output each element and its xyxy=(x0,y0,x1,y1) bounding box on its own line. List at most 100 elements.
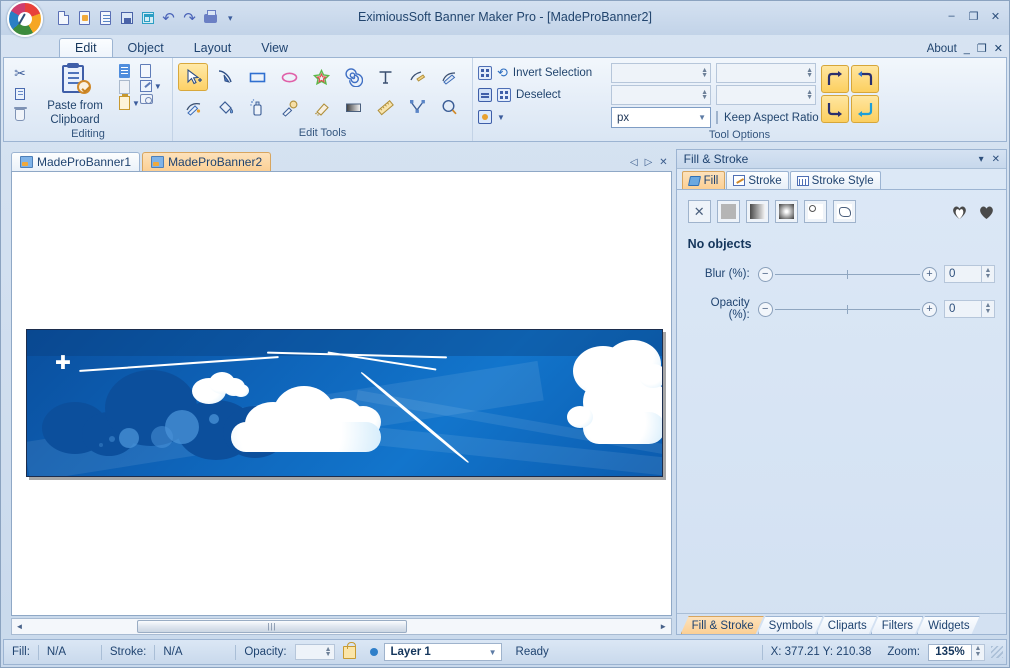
keep-aspect-ratio-row[interactable]: Keep Aspect Ratio xyxy=(716,107,819,128)
edit-object-icon[interactable]: ▼ xyxy=(139,80,162,92)
blur-slider-handle[interactable] xyxy=(847,270,849,279)
invert-selection-row[interactable]: ⟲ Invert Selection xyxy=(478,63,606,83)
fill-none-button[interactable]: ✕ xyxy=(687,200,711,223)
save-icon[interactable] xyxy=(118,10,135,27)
selection-options-icon[interactable] xyxy=(478,110,492,124)
fill-linear-gradient-button[interactable] xyxy=(745,200,769,223)
canvas-area[interactable]: ✚ xyxy=(11,171,672,616)
inner-minimize-button[interactable]: _ xyxy=(964,43,970,55)
bottom-tab-widgets[interactable]: Widgets xyxy=(917,616,980,634)
fill-flat-button[interactable] xyxy=(716,200,740,223)
opacity-increase-button[interactable]: + xyxy=(922,301,937,317)
select-all-icon[interactable] xyxy=(478,66,492,80)
redo-icon[interactable]: ↷ xyxy=(181,10,198,27)
fill-radial-gradient-button[interactable] xyxy=(774,200,798,223)
chevron-down-icon[interactable]: ▼ xyxy=(497,113,505,122)
scroll-thumb[interactable]: ||| xyxy=(137,620,407,633)
align-top-left-button[interactable] xyxy=(821,65,849,93)
delete-icon[interactable] xyxy=(9,105,31,125)
y-field[interactable]: ▲ ▼ xyxy=(611,85,711,105)
select-same-icon[interactable] xyxy=(478,88,492,102)
x-field[interactable]: ▲ ▼ xyxy=(611,63,711,83)
blur-slider-track[interactable] xyxy=(774,267,921,281)
status-opacity-spinner[interactable]: ▲ ▼ xyxy=(325,646,332,658)
new-from-template-icon[interactable] xyxy=(76,10,93,27)
resize-grip-icon[interactable] xyxy=(991,646,1003,658)
zoom-tool[interactable] xyxy=(434,93,464,121)
height-field-spinner[interactable]: ▲ ▼ xyxy=(806,89,813,101)
document-tab-madeprobanner1[interactable]: MadeProBanner1 xyxy=(11,152,141,171)
document-tab-madeprobanner2[interactable]: MadeProBanner2 xyxy=(142,152,272,171)
zoom-spinner[interactable]: ▲ ▼ xyxy=(972,643,985,661)
solid-color-icon[interactable] xyxy=(978,204,995,220)
bezier-pen-tool[interactable] xyxy=(178,93,208,121)
panel-tab-fill[interactable]: Fill xyxy=(681,171,726,189)
fill-pattern-button[interactable] xyxy=(803,200,827,223)
ribbon-tab-layout[interactable]: Layout xyxy=(179,39,247,58)
panel-tab-stroke[interactable]: Stroke xyxy=(726,171,789,189)
blur-value-spinner[interactable]: ▲ ▼ xyxy=(982,265,995,283)
inner-close-button[interactable]: ✕ xyxy=(994,42,1003,55)
customize-qat-icon[interactable]: ▾ xyxy=(228,13,233,24)
ellipse-tool[interactable] xyxy=(274,63,304,91)
pencil-tool[interactable] xyxy=(402,63,432,91)
panel-collapse-icon[interactable]: ▾ xyxy=(979,154,984,165)
opacity-slider-handle[interactable] xyxy=(847,305,849,314)
canvas-horizontal-scrollbar[interactable]: ◄ ||| ► xyxy=(11,618,672,635)
print-icon[interactable] xyxy=(202,9,219,27)
height-field[interactable]: ▲ ▼ xyxy=(716,85,816,105)
opacity-slider-track[interactable] xyxy=(774,302,921,316)
next-tab-button[interactable]: ▷ xyxy=(645,157,653,168)
zoom-value-field[interactable]: 135% xyxy=(928,643,972,661)
blur-decrease-button[interactable]: − xyxy=(757,266,773,282)
paste-style-icon[interactable]: ▼ xyxy=(119,94,140,110)
align-bottom-right-button[interactable] xyxy=(851,95,879,123)
deselect-row[interactable]: Deselect xyxy=(478,85,606,105)
maximize-button[interactable]: ❐ xyxy=(967,10,980,23)
bottom-tab-cliparts[interactable]: Cliparts xyxy=(817,616,877,634)
gradient-tool[interactable] xyxy=(338,93,368,121)
scroll-right-arrow-icon[interactable]: ► xyxy=(656,622,671,631)
chevron-down-icon[interactable]: ▼ xyxy=(489,648,497,657)
minimize-button[interactable]: – xyxy=(945,10,958,23)
opacity-decrease-button[interactable]: − xyxy=(757,301,773,317)
layer-visible-icon[interactable] xyxy=(364,644,384,661)
blur-increase-button[interactable]: + xyxy=(922,266,937,282)
paint-bucket-tool[interactable] xyxy=(210,93,240,121)
bottom-tab-filters[interactable]: Filters xyxy=(871,616,923,634)
swap-fill-stroke-icon[interactable] xyxy=(951,204,968,220)
banner-artwork[interactable]: ✚ xyxy=(26,329,663,477)
align-top-right-button[interactable] xyxy=(851,65,879,93)
copy-object-icon[interactable] xyxy=(139,64,162,78)
inner-restore-button[interactable]: ❐ xyxy=(977,42,987,55)
blur-value-field[interactable]: 0 xyxy=(944,265,982,283)
eraser-tool[interactable] xyxy=(306,93,336,121)
bottom-tab-fill-stroke[interactable]: Fill & Stroke xyxy=(681,616,764,634)
paste-special-icon[interactable] xyxy=(119,80,140,94)
close-button[interactable]: ✕ xyxy=(989,10,1002,23)
duplicate-icon[interactable] xyxy=(119,64,140,78)
chevron-down-icon[interactable]: ▼ xyxy=(698,113,706,122)
open-document-icon[interactable] xyxy=(97,10,114,27)
unit-select[interactable]: px ▼ xyxy=(611,107,711,128)
text-tool[interactable] xyxy=(370,63,400,91)
ribbon-tab-object[interactable]: Object xyxy=(113,39,179,58)
width-field-spinner[interactable]: ▲ ▼ xyxy=(806,67,813,79)
star-tool[interactable] xyxy=(306,63,336,91)
paste-from-clipboard-button[interactable]: Paste from Clipboard xyxy=(31,61,119,127)
new-document-icon[interactable] xyxy=(55,10,72,27)
app-logo-icon[interactable] xyxy=(7,1,43,37)
dropper-tool[interactable] xyxy=(274,93,304,121)
status-opacity-field[interactable]: ▲ ▼ xyxy=(294,644,335,660)
ribbon-tab-view[interactable]: View xyxy=(246,39,303,58)
connector-tool[interactable] xyxy=(402,93,432,121)
layer-select[interactable]: Layer 1 ▼ xyxy=(383,643,502,661)
node-edit-tool[interactable] xyxy=(210,63,240,91)
calligraphy-tool[interactable] xyxy=(434,63,464,91)
undo-icon[interactable]: ↶ xyxy=(160,10,177,27)
copy-icon[interactable] xyxy=(9,84,31,104)
rectangle-tool[interactable] xyxy=(242,63,272,91)
about-button[interactable]: About xyxy=(927,43,957,55)
select-tool[interactable] xyxy=(178,63,208,91)
measure-tool[interactable] xyxy=(370,93,400,121)
